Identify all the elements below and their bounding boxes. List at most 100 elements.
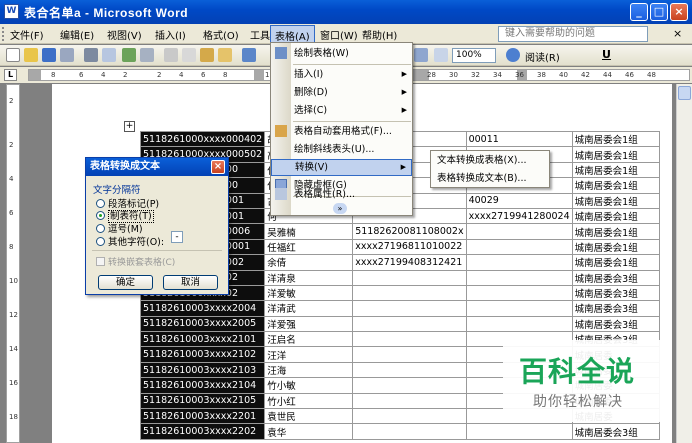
- menu-item-convert[interactable]: 转换(V) ▶: [271, 159, 412, 176]
- print-icon[interactable]: [84, 48, 98, 62]
- table-cell[interactable]: 城南居委会1组: [571, 238, 660, 256]
- drawing-icon[interactable]: [414, 48, 428, 62]
- table-cell[interactable]: [352, 408, 467, 425]
- table-cell[interactable]: 51182610003xxxx2004: [139, 300, 266, 317]
- menu-item-delete[interactable]: 删除(D) ▶: [271, 84, 412, 101]
- menu-item-text-to-table[interactable]: 文本转换成表格(X)...: [431, 152, 549, 169]
- maximize-button[interactable]: □: [650, 3, 668, 21]
- table-cell[interactable]: [352, 284, 467, 302]
- table-cell[interactable]: 城南居委会1组: [571, 130, 660, 148]
- table-cell[interactable]: [465, 315, 573, 333]
- spelling-icon[interactable]: [122, 48, 136, 62]
- table-cell[interactable]: [352, 377, 467, 394]
- table-row[interactable]: 51182610003xxxx2004 洋清武 城南居委会3组: [139, 300, 660, 317]
- table-cell[interactable]: 51182610003xxxx2104: [139, 377, 266, 394]
- table-cell[interactable]: 51182610003xxxx2005: [139, 315, 266, 333]
- table-cell[interactable]: [465, 223, 573, 240]
- menu-view[interactable]: 视图(V): [107, 27, 142, 42]
- zoom-select[interactable]: 100%: [452, 48, 496, 63]
- table-cell[interactable]: [465, 238, 573, 256]
- save-icon[interactable]: [42, 48, 56, 62]
- table-cell[interactable]: [352, 300, 467, 317]
- menu-window[interactable]: 窗口(W): [320, 27, 358, 42]
- table-cell[interactable]: 汪洋: [264, 346, 354, 363]
- read-button[interactable]: 阅读(R): [525, 49, 560, 64]
- table-cell[interactable]: 汪海: [264, 361, 354, 379]
- paste-icon[interactable]: [200, 48, 214, 62]
- table-cell[interactable]: 51182610003xxxx2101: [139, 331, 266, 348]
- table-cell[interactable]: 竹小敏: [264, 377, 354, 394]
- table-cell[interactable]: 汪启名: [264, 331, 354, 348]
- table-cell[interactable]: 40029: [465, 192, 573, 209]
- close-button[interactable]: ×: [670, 3, 688, 21]
- document-map-icon[interactable]: [434, 48, 448, 62]
- menu-item-draw-table[interactable]: 绘制表格(W): [271, 45, 412, 62]
- menu-item-autoformat[interactable]: 表格自动套用格式(F)...: [271, 123, 412, 140]
- menubar-grip[interactable]: [2, 27, 5, 41]
- cancel-button[interactable]: 取消: [163, 275, 218, 290]
- other-character-input[interactable]: -: [171, 231, 183, 243]
- menu-item-insert[interactable]: 插入(I) ▶: [271, 66, 412, 83]
- radio-tab-character[interactable]: 制表符(T): [96, 208, 154, 223]
- table-cell[interactable]: 洋爱敏: [264, 284, 354, 302]
- table-cell[interactable]: 城南居委会3组: [571, 300, 660, 317]
- table-cell[interactable]: 洋爱强: [264, 315, 354, 333]
- table-cell[interactable]: 洋清武: [264, 300, 354, 317]
- new-document-icon[interactable]: [6, 48, 20, 62]
- table-cell[interactable]: [465, 269, 573, 286]
- table-cell[interactable]: 吴雅楠: [264, 223, 354, 240]
- help-icon[interactable]: [506, 48, 520, 62]
- table-cell[interactable]: xxxx27199408312421: [352, 254, 467, 271]
- vertical-scrollbar[interactable]: [676, 84, 692, 443]
- table-cell[interactable]: 城南居委会1组: [571, 223, 660, 240]
- table-cell[interactable]: 洋清泉: [264, 269, 354, 286]
- menu-insert[interactable]: 插入(I): [155, 27, 186, 42]
- table-cell[interactable]: 城南居委会1组: [571, 161, 660, 179]
- table-cell[interactable]: 袁世民: [264, 408, 354, 425]
- menu-file[interactable]: 文件(F): [10, 27, 44, 42]
- menu-item-table-properties[interactable]: 表格属性(R)...: [271, 186, 412, 203]
- menu-edit[interactable]: 编辑(E): [60, 27, 94, 42]
- copy-icon[interactable]: [182, 48, 196, 62]
- format-painter-icon[interactable]: [218, 48, 232, 62]
- table-cell[interactable]: [465, 300, 573, 317]
- table-cell[interactable]: 城南居委会1组: [571, 192, 660, 209]
- ok-button[interactable]: 确定: [98, 275, 153, 290]
- table-cell[interactable]: [465, 284, 573, 302]
- table-cell[interactable]: 城南居委会1组: [571, 207, 660, 225]
- table-cell[interactable]: 51182610003xxxx2103: [139, 361, 266, 379]
- tab-selector[interactable]: L: [4, 69, 17, 81]
- minimize-button[interactable]: _: [630, 3, 648, 21]
- table-cell[interactable]: [352, 361, 467, 379]
- dialog-close-icon[interactable]: ×: [211, 160, 225, 174]
- table-cell[interactable]: 城南居委会3组: [571, 269, 660, 286]
- table-cell[interactable]: 51182610003xxxx2202: [139, 423, 266, 440]
- table-cell[interactable]: [352, 346, 467, 363]
- undo-icon[interactable]: [242, 48, 256, 62]
- print-preview-icon[interactable]: [102, 48, 116, 62]
- cut-icon[interactable]: [164, 48, 178, 62]
- radio-other-character[interactable]: 其他字符(O):: [96, 234, 164, 248]
- table-cell[interactable]: xxxx27196811010022: [352, 238, 467, 256]
- table-cell[interactable]: 城南居委会1组: [571, 177, 660, 194]
- table-cell[interactable]: 5118262008110800​2x: [352, 223, 467, 240]
- menu-format[interactable]: 格式(O): [203, 27, 239, 42]
- table-cell[interactable]: 袁华: [264, 423, 354, 440]
- radio-comma[interactable]: 逗号(M): [96, 221, 143, 235]
- table-row[interactable]: 51182610003xxxx2202 袁华 城南居委会3组: [139, 423, 660, 440]
- help-search-input[interactable]: 键入需要帮助的问题: [498, 26, 648, 42]
- table-cell[interactable]: 任福红: [264, 238, 354, 256]
- table-cell[interactable]: 竹小红: [264, 392, 354, 410]
- table-row[interactable]: 51182610003xxxx2005 洋爱强 城南居委会3组: [139, 315, 660, 333]
- table-cell[interactable]: 城南居委会3组: [571, 284, 660, 302]
- table-cell[interactable]: 城南居委会3组: [571, 315, 660, 333]
- table-cell[interactable]: 城南居委会1组: [571, 146, 660, 163]
- table-cell[interactable]: [465, 423, 573, 440]
- table-cell[interactable]: [352, 392, 467, 410]
- table-cell[interactable]: 5118261000xxxx000402: [139, 130, 266, 148]
- table-cell[interactable]: [352, 423, 467, 440]
- ruler-column-marker[interactable]: [254, 70, 264, 80]
- open-folder-icon[interactable]: [24, 48, 38, 62]
- table-cell[interactable]: [352, 269, 467, 286]
- table-cell[interactable]: 余倩: [264, 254, 354, 271]
